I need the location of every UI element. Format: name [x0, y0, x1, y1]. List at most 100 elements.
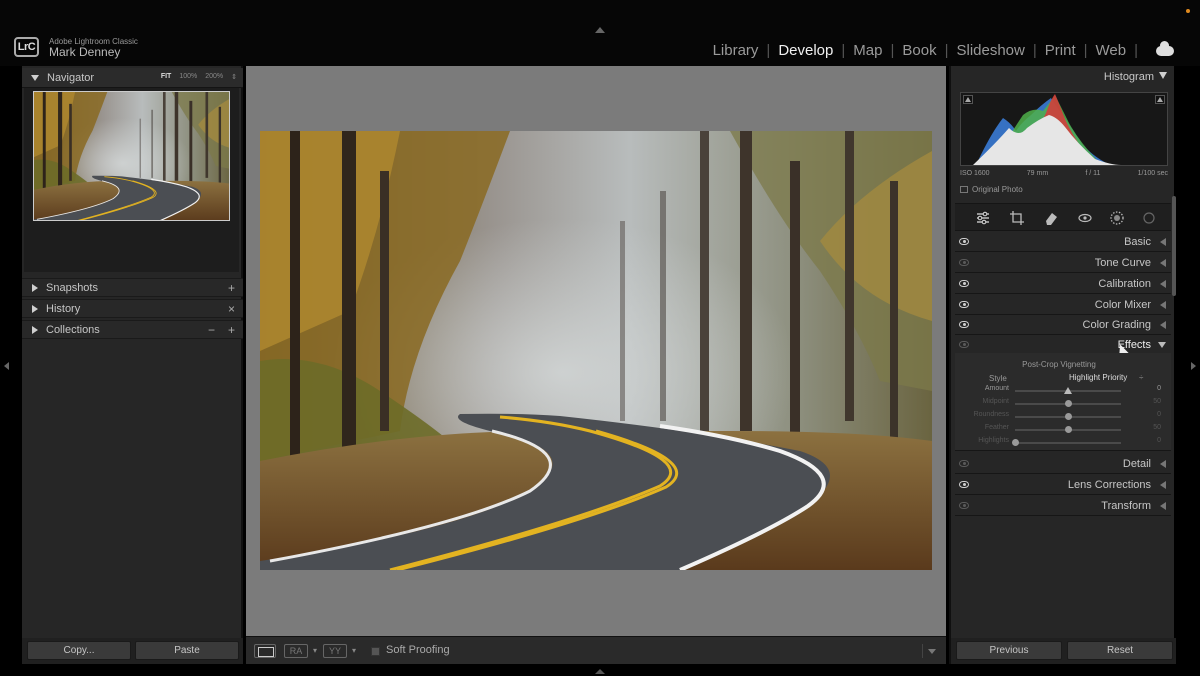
midpoint-slider[interactable]: [1015, 400, 1121, 407]
module-web[interactable]: Web: [1096, 42, 1127, 59]
histogram-header[interactable]: Histogram: [951, 68, 1176, 86]
filmstrip-toggle-icon[interactable]: [595, 669, 605, 674]
paste-button[interactable]: Paste: [135, 641, 239, 660]
top-panel-toggle-icon[interactable]: [595, 27, 605, 33]
amount-slider[interactable]: [1015, 387, 1121, 394]
expand-triangle-icon[interactable]: [32, 283, 38, 292]
original-photo-toggle[interactable]: Original Photo: [960, 185, 1023, 194]
navigator-thumbnail[interactable]: [33, 91, 230, 221]
add-collection-icon[interactable]: +: [228, 323, 235, 337]
swap-before-after-button[interactable]: YY: [323, 644, 347, 658]
module-print[interactable]: Print: [1045, 42, 1076, 59]
visibility-eye-icon[interactable]: [959, 301, 969, 308]
color-mixer-section-header[interactable]: Color Mixer: [955, 295, 1171, 315]
add-snapshot-icon[interactable]: +: [228, 281, 235, 295]
toolbar-menu-icon[interactable]: [922, 644, 938, 658]
module-map[interactable]: Map: [853, 42, 882, 59]
visibility-eye-icon[interactable]: [959, 481, 969, 488]
expand-triangle-icon[interactable]: [1160, 238, 1166, 246]
crop-icon[interactable]: [1009, 210, 1025, 226]
feather-slider[interactable]: [1015, 426, 1121, 433]
expand-triangle-icon[interactable]: [1160, 321, 1166, 329]
midpoint-slider-thumb[interactable]: [1065, 400, 1072, 407]
expand-triangle-icon[interactable]: [1160, 301, 1166, 309]
roundness-slider-thumb[interactable]: [1065, 413, 1072, 420]
shadow-clipping-icon[interactable]: [963, 95, 973, 104]
activity-indicator-icon[interactable]: [1186, 9, 1190, 13]
style-dropdown[interactable]: Highlight Priority: [1069, 373, 1127, 382]
expand-triangle-icon[interactable]: [32, 325, 38, 334]
loupe-view-button[interactable]: [254, 644, 276, 658]
original-photo-checkbox[interactable]: [960, 186, 968, 193]
histogram[interactable]: [960, 92, 1168, 166]
color-grading-section-header[interactable]: Color Grading: [955, 315, 1171, 335]
expand-triangle-icon[interactable]: [32, 304, 38, 313]
highlight-clipping-icon[interactable]: [1155, 95, 1165, 104]
edit-sliders-icon[interactable]: [975, 210, 991, 226]
main-photo[interactable]: [260, 131, 932, 570]
expand-triangle-icon[interactable]: [1160, 460, 1166, 468]
collapse-triangle-icon[interactable]: [1159, 72, 1167, 79]
midpoint-value[interactable]: 50: [1153, 398, 1161, 405]
tone-curve-section-header[interactable]: Tone Curve: [955, 253, 1171, 273]
zoom-100[interactable]: 100%: [179, 73, 197, 81]
visibility-eye-icon[interactable]: [959, 238, 969, 245]
highlights-slider-thumb[interactable]: [1012, 439, 1019, 446]
right-panel-scrollbar[interactable]: [1172, 196, 1176, 296]
visibility-eye-icon[interactable]: [959, 460, 969, 467]
visibility-eye-icon[interactable]: [959, 259, 969, 266]
collections-header[interactable]: Collections − +: [22, 320, 243, 339]
remove-collection-icon[interactable]: −: [208, 323, 215, 337]
effects-section-header[interactable]: Effects: [955, 335, 1171, 355]
module-library[interactable]: Library: [713, 42, 759, 59]
red-eye-icon[interactable]: [1077, 210, 1093, 226]
feather-slider-thumb[interactable]: [1065, 426, 1072, 433]
highlights-value[interactable]: 0: [1157, 437, 1161, 444]
right-panel-toggle-icon[interactable]: [1191, 362, 1196, 370]
collapse-triangle-icon[interactable]: [31, 74, 39, 81]
soft-proofing-checkbox[interactable]: [371, 647, 380, 656]
cloud-icon[interactable]: [1156, 40, 1174, 56]
module-book[interactable]: Book: [902, 42, 936, 59]
amount-value[interactable]: 0: [1157, 385, 1161, 392]
copy-button[interactable]: Copy...: [27, 641, 131, 660]
history-header[interactable]: History ×: [22, 299, 243, 318]
previous-button[interactable]: Previous: [956, 641, 1062, 660]
expand-triangle-icon[interactable]: [1160, 280, 1166, 288]
calibration-section-header[interactable]: Calibration: [955, 274, 1171, 294]
transform-section-header[interactable]: Transform: [955, 496, 1171, 516]
healing-eraser-icon[interactable]: [1043, 210, 1059, 226]
detail-section-header[interactable]: Detail: [955, 454, 1171, 474]
roundness-value[interactable]: 0: [1157, 411, 1161, 418]
visibility-eye-icon[interactable]: [959, 341, 969, 348]
before-after-caret-icon[interactable]: ▾: [313, 646, 317, 655]
masking-icon[interactable]: [1109, 210, 1125, 226]
ai-tool-icon[interactable]: [1141, 210, 1157, 226]
highlights-slider[interactable]: [1012, 439, 1121, 446]
navigator-header[interactable]: Navigator FIT 100% 200% ⇕: [22, 68, 243, 88]
module-slideshow[interactable]: Slideshow: [956, 42, 1024, 59]
copy-settings-caret-icon[interactable]: ▾: [352, 646, 356, 655]
clear-history-icon[interactable]: ×: [228, 302, 235, 316]
expand-triangle-icon[interactable]: [1160, 259, 1166, 267]
snapshots-header[interactable]: Snapshots +: [22, 278, 243, 297]
basic-section-header[interactable]: Basic: [955, 232, 1171, 252]
lens-corrections-section-header[interactable]: Lens Corrections: [955, 475, 1171, 495]
zoom-fit[interactable]: FIT: [161, 73, 172, 81]
visibility-eye-icon[interactable]: [959, 502, 969, 509]
collapse-triangle-icon[interactable]: [1158, 342, 1166, 348]
style-dropdown-caret-icon[interactable]: ÷: [1139, 373, 1143, 382]
visibility-eye-icon[interactable]: [959, 321, 969, 328]
expand-triangle-icon[interactable]: [1160, 502, 1166, 510]
expand-triangle-icon[interactable]: [1160, 481, 1166, 489]
left-panel-toggle-icon[interactable]: [4, 362, 9, 370]
before-after-button[interactable]: RA: [284, 644, 308, 658]
amount-slider-thumb[interactable]: [1064, 387, 1072, 394]
module-develop[interactable]: Develop: [778, 42, 833, 59]
zoom-200[interactable]: 200%: [205, 73, 223, 81]
zoom-menu-icon[interactable]: ⇕: [231, 73, 237, 81]
visibility-eye-icon[interactable]: [959, 280, 969, 287]
feather-value[interactable]: 50: [1153, 424, 1161, 431]
reset-button[interactable]: Reset: [1067, 641, 1173, 660]
roundness-slider[interactable]: [1015, 413, 1121, 420]
